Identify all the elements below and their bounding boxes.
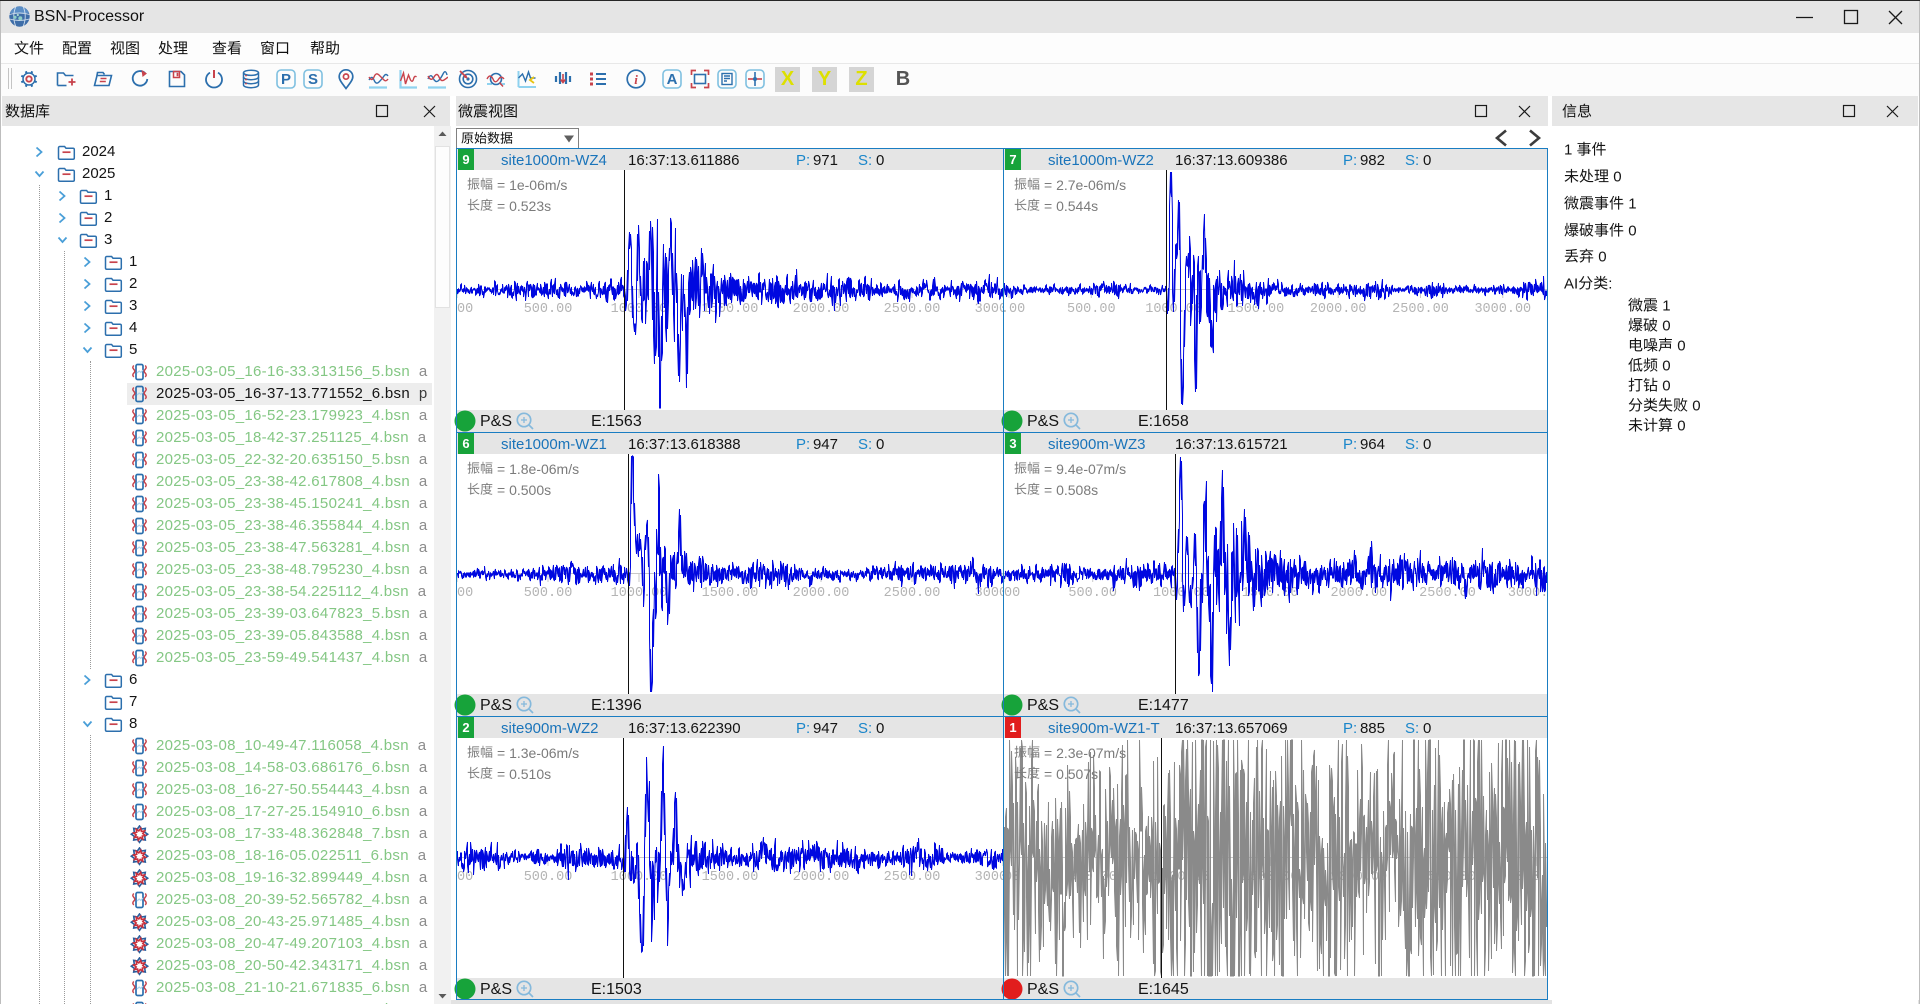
svg-text:0: 0 [1692, 397, 1700, 414]
svg-text:1: 1 [1628, 195, 1636, 212]
svg-text:0: 0 [1677, 417, 1685, 434]
svg-text:0: 0 [1628, 222, 1636, 239]
svg-text:0: 0 [1613, 168, 1621, 185]
svg-text::: : [1608, 275, 1612, 292]
svg-text:i: i [634, 72, 638, 87]
svg-text:1: 1 [1564, 141, 1572, 158]
svg-text:P: P [281, 71, 291, 88]
svg-text:0: 0 [1598, 248, 1606, 265]
svg-text:AI: AI [1564, 275, 1578, 292]
svg-text:0: 0 [1677, 337, 1685, 354]
svg-text:S: S [308, 71, 318, 88]
svg-text:A: A [667, 71, 678, 88]
